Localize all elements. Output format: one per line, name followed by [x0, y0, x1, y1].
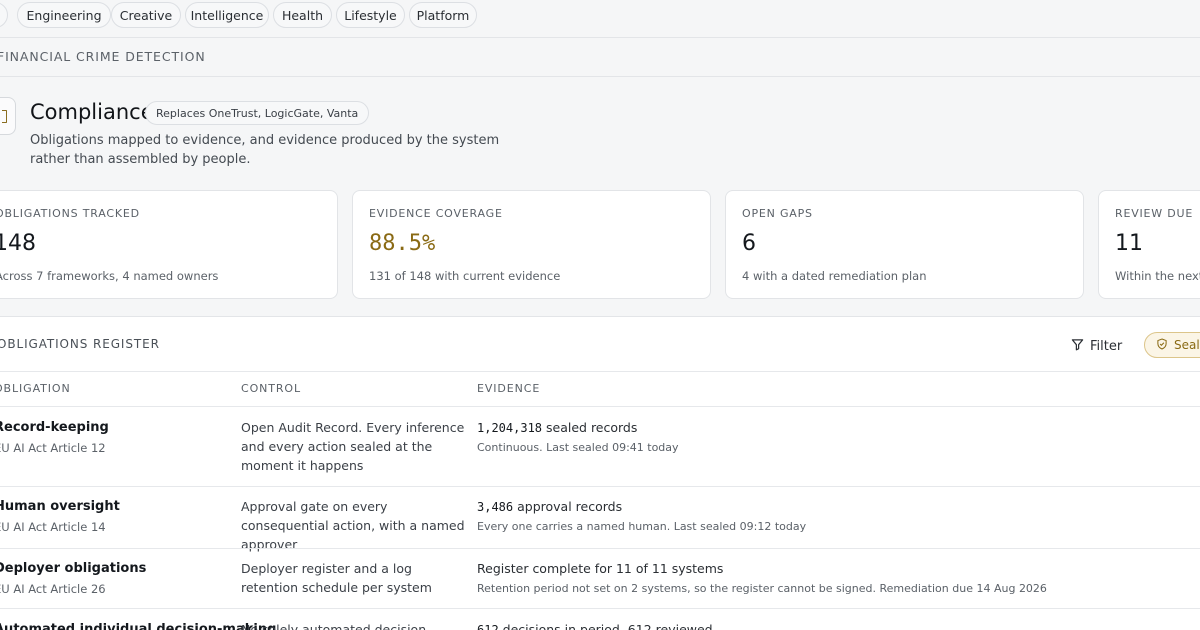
obligation-reference: EU AI Act Article 26	[0, 582, 106, 596]
sealed-label: Sealed	[1174, 338, 1200, 352]
stat-label: OBLIGATIONS TRACKED	[0, 207, 140, 220]
stat-value: 148	[0, 231, 36, 256]
evidence-main: 612 decisions in period, 612 reviewed	[477, 622, 713, 630]
evidence-main: 1,204,318 sealed records	[477, 420, 679, 435]
column-header-control: CONTROL	[241, 382, 302, 395]
evidence-text: sealed records	[542, 420, 638, 435]
control-description: Approval gate on every consequential act…	[241, 499, 465, 552]
table-row-evidence: 612 decisions in period, 612 reviewed	[477, 622, 713, 630]
category-pill-health[interactable]: Health	[273, 2, 332, 28]
stat-card-obligations: OBLIGATIONS TRACKED 148 Across 7 framewo…	[0, 190, 338, 299]
stat-note: Across 7 frameworks, 4 named owners	[0, 269, 219, 283]
obligation-name: Automated individual decision-making	[0, 622, 277, 630]
stat-card-coverage: EVIDENCE COVERAGE 88.5% 131 of 148 with …	[352, 190, 711, 299]
evidence-count: 1,204,318	[477, 421, 543, 435]
stat-note: Within the next 30	[1115, 269, 1200, 283]
column-header-evidence: EVIDENCE	[477, 382, 541, 395]
shield-icon	[1156, 337, 1168, 353]
stat-value: 11	[1115, 231, 1143, 256]
stat-value: 6	[742, 231, 756, 256]
table-row-evidence: 3,486 approval records Every one carries…	[477, 499, 806, 533]
sealed-filter-button[interactable]: Sealed	[1144, 332, 1200, 358]
row-divider	[0, 608, 1200, 609]
evidence-text: Register complete for 11 of 11 systems	[477, 561, 724, 576]
stat-value: 88.5%	[369, 231, 436, 256]
obligation-name: Deployer obligations	[0, 561, 147, 576]
compliance-page: s Engineering Creative Intelligence Heal…	[0, 0, 1200, 630]
category-pill-lifestyle[interactable]: Lifestyle	[336, 2, 405, 28]
page-title: Compliance	[30, 100, 154, 124]
stat-note: 4 with a dated remediation plan	[742, 269, 927, 283]
filter-icon	[1071, 338, 1084, 355]
stat-card-gaps: OPEN GAPS 6 4 with a dated remediation p…	[725, 190, 1084, 299]
obligation-name: Record-keeping	[0, 420, 109, 435]
evidence-text: decisions in period, 612 reviewed	[498, 622, 713, 630]
filter-label: Filter	[1090, 338, 1123, 354]
obligation-name: Human oversight	[0, 499, 120, 514]
evidence-note: Continuous. Last sealed 09:41 today	[477, 441, 679, 454]
evidence-main: Register complete for 11 of 11 systems	[477, 561, 1047, 576]
obligations-register: OBLIGATIONS REGISTER Filter Sealed OBLIG…	[0, 316, 1200, 630]
control-description: Deployer register and a log retention sc…	[241, 561, 432, 595]
evidence-count: 612	[477, 623, 499, 630]
row-divider	[0, 548, 1200, 549]
control-description: Open Audit Record. Every inference and e…	[241, 420, 465, 473]
evidence-note: Retention period not set on 2 systems, s…	[477, 582, 1047, 595]
header-row-divider	[0, 406, 1200, 407]
evidence-count: 3,486	[477, 500, 514, 514]
filter-button[interactable]: Filter	[1071, 335, 1122, 357]
category-pill-engineering[interactable]: Engineering	[17, 2, 111, 28]
obligation-reference: EU AI Act Article 12	[0, 441, 106, 455]
table-row-obligation: Human oversight EU AI Act Article 14	[0, 499, 120, 534]
stat-label: REVIEW DUE	[1115, 207, 1194, 220]
table-row-evidence: 1,204,318 sealed records Continuous. Las…	[477, 420, 679, 454]
stat-note: 131 of 148 with current evidence	[369, 269, 561, 283]
table-row-obligation: Automated individual decision-making	[0, 622, 276, 630]
evidence-text: approval records	[513, 499, 623, 514]
section-divider	[0, 76, 1200, 77]
table-row-obligation: Record-keeping EU AI Act Article 12	[0, 420, 109, 455]
register-title: OBLIGATIONS REGISTER	[0, 337, 160, 351]
section-label: FINANCIAL CRIME DETECTION	[0, 49, 206, 64]
register-divider	[0, 371, 1200, 372]
obligation-reference: EU AI Act Article 14	[0, 520, 106, 534]
category-pill-intelligence[interactable]: Intelligence	[185, 2, 269, 28]
table-row-evidence: Register complete for 11 of 11 systems R…	[477, 561, 1047, 595]
category-pill-platform[interactable]: Platform	[409, 2, 477, 28]
stat-card-review: REVIEW DUE 11 Within the next 30	[1098, 190, 1200, 299]
evidence-main: 3,486 approval records	[477, 499, 806, 514]
column-header-obligation: OBLIGATION	[0, 382, 71, 395]
control-description: No solely automated decision about a	[241, 622, 427, 630]
table-row-obligation: Deployer obligations EU AI Act Article 2…	[0, 561, 146, 596]
category-pill-creative[interactable]: Creative	[111, 2, 181, 28]
stat-label: EVIDENCE COVERAGE	[369, 207, 503, 220]
replaces-badge: Replaces OneTrust, LogicGate, Vanta	[145, 101, 370, 125]
page-subtitle: Obligations mapped to evidence, and evid…	[30, 133, 500, 167]
category-bar: s Engineering Creative Intelligence Heal…	[0, 0, 1200, 38]
compliance-icon	[0, 97, 16, 135]
row-divider	[0, 486, 1200, 487]
stat-label: OPEN GAPS	[742, 207, 813, 220]
category-pill[interactable]: s	[0, 2, 8, 28]
evidence-note: Every one carries a named human. Last se…	[477, 520, 807, 533]
